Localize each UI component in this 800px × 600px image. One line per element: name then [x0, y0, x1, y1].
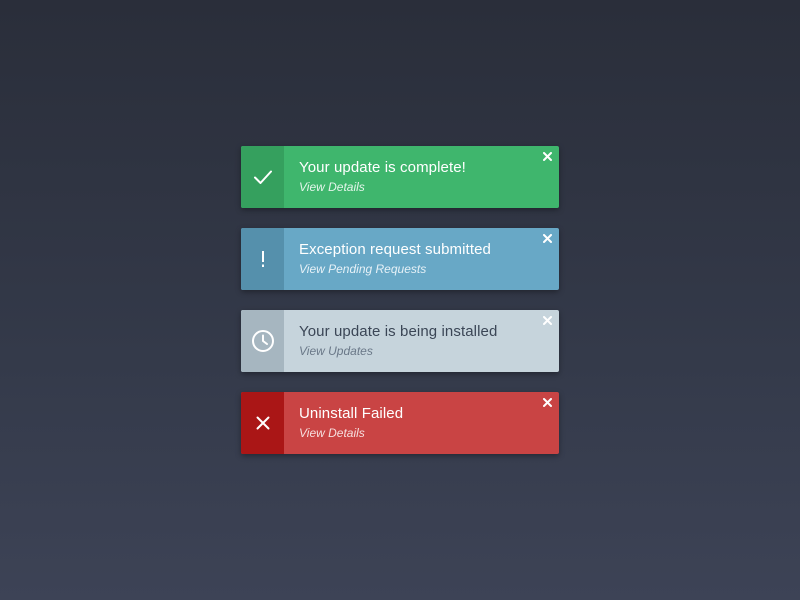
notification-progress-icon-box: [241, 310, 284, 372]
notification-progress-body: Your update is being installed View Upda…: [284, 310, 559, 372]
notification-error-icon-box: [241, 392, 284, 454]
view-updates-link[interactable]: View Updates: [299, 343, 559, 359]
notification-title: Uninstall Failed: [299, 405, 404, 422]
view-pending-requests-link[interactable]: View Pending Requests: [299, 261, 559, 277]
close-icon: [542, 151, 552, 161]
view-details-link[interactable]: View Details: [299, 179, 559, 195]
close-button[interactable]: [541, 396, 553, 408]
notification-success-icon-box: [241, 146, 284, 208]
close-icon: [542, 315, 552, 325]
close-icon: [542, 397, 552, 407]
notification-success: Your update is complete! View Details: [241, 146, 559, 208]
close-button[interactable]: [541, 314, 553, 326]
notification-info: Exception request submitted View Pending…: [241, 228, 559, 290]
exclamation-icon: [261, 251, 264, 267]
notification-title: Your update is complete!: [299, 159, 466, 176]
close-button[interactable]: [541, 232, 553, 244]
notification-info-icon-box: [241, 228, 284, 290]
notification-progress: Your update is being installed View Upda…: [241, 310, 559, 372]
x-icon: [256, 416, 269, 430]
close-icon: [542, 233, 552, 243]
notification-title: Your update is being installed: [299, 323, 498, 340]
notification-title: Exception request submitted: [299, 241, 491, 258]
clock-icon: [251, 330, 274, 352]
notification-stack: Your update is complete! View Details Ex…: [241, 146, 559, 474]
notification-info-body: Exception request submitted View Pending…: [284, 228, 559, 290]
notification-error: Uninstall Failed View Details: [241, 392, 559, 454]
notification-error-body: Uninstall Failed View Details: [284, 392, 559, 454]
notification-success-body: Your update is complete! View Details: [284, 146, 559, 208]
check-icon: [253, 170, 272, 184]
close-button[interactable]: [541, 150, 553, 162]
view-details-link[interactable]: View Details: [299, 425, 559, 441]
